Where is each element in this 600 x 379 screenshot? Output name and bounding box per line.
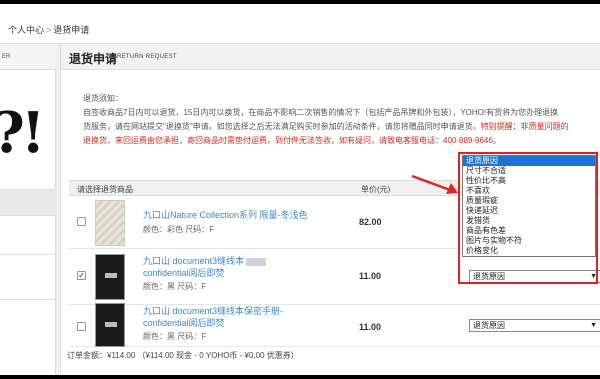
app-frame: 个人中心>退货申请 ER ?! 退货申请 RETURN REQUEST 退货须知… xyxy=(0,0,600,379)
frame-border-top xyxy=(0,0,600,4)
frame-border-bottom xyxy=(0,375,600,379)
red-arrow-icon xyxy=(411,174,458,194)
